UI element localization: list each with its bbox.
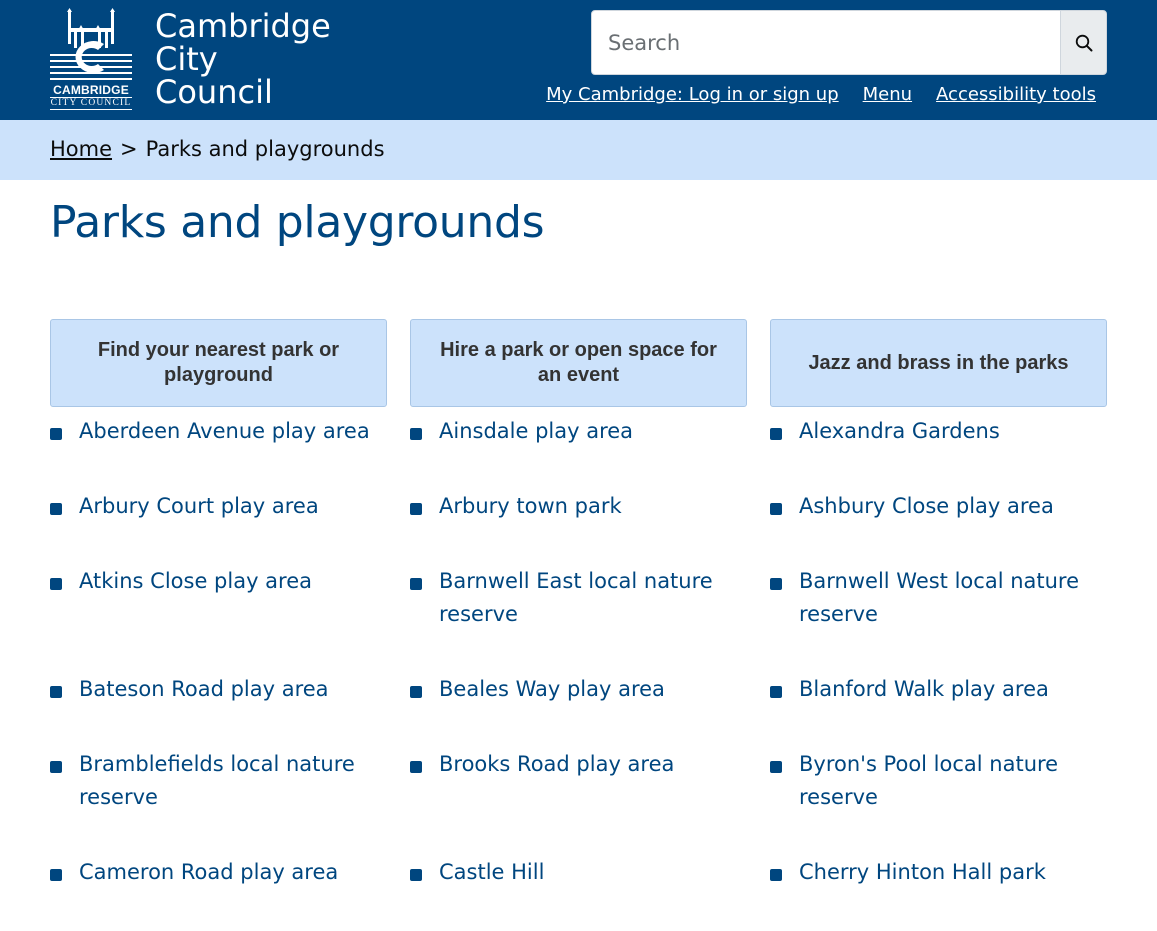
bullet-icon [410, 428, 422, 440]
list-item: Beales Way play area [410, 673, 747, 748]
bullet-icon [770, 686, 782, 698]
search-field [591, 10, 1061, 75]
park-link[interactable]: Bateson Road play area [79, 673, 329, 706]
bullet-icon [770, 869, 782, 881]
list-item: Bramblefields local nature reserve [50, 748, 387, 856]
list-item: Cameron Road play area [50, 856, 387, 931]
logo-line-1: CAMBRIDGE [53, 83, 129, 97]
bullet-icon [770, 761, 782, 773]
list-item: Blanford Walk play area [770, 673, 1107, 748]
bullet-icon [770, 428, 782, 440]
bullet-icon [410, 761, 422, 773]
site-header: CAMBRIDGE CITY COUNCIL Cambridge City Co… [0, 0, 1157, 120]
find-nearest-park-card[interactable]: Find your nearest park or playground [50, 319, 387, 407]
park-link[interactable]: Aberdeen Avenue play area [79, 415, 370, 448]
park-link[interactable]: Bramblefields local nature reserve [79, 748, 387, 814]
site-name[interactable]: Cambridge City Council [155, 10, 331, 109]
bullet-icon [770, 503, 782, 515]
list-item: Aberdeen Avenue play area [50, 415, 387, 490]
breadcrumb-bar: Home > Parks and playgrounds [0, 120, 1157, 180]
park-link[interactable]: Arbury town park [439, 490, 622, 523]
park-link[interactable]: Barnwell East local nature reserve [439, 565, 747, 631]
list-item: Castle Hill [410, 856, 747, 931]
jazz-brass-card[interactable]: Jazz and brass in the parks [770, 319, 1107, 407]
bullet-icon [410, 686, 422, 698]
bullet-icon [50, 428, 62, 440]
list-item: Barnwell West local nature reserve [770, 565, 1107, 673]
breadcrumb: Home > Parks and playgrounds [50, 137, 385, 161]
bullet-icon [770, 578, 782, 590]
crest-icon [50, 8, 132, 80]
my-cambridge-link[interactable]: My Cambridge: Log in or sign up [546, 84, 838, 105]
site-name-line-2: City [155, 40, 218, 78]
park-link[interactable]: Cherry Hinton Hall park [799, 856, 1046, 889]
list-item: Cherry Hinton Hall park [770, 856, 1107, 931]
park-link[interactable]: Barnwell West local nature reserve [799, 565, 1107, 631]
hire-park-card[interactable]: Hire a park or open space for an event [410, 319, 747, 407]
list-item: Brooks Road play area [410, 748, 747, 856]
park-link[interactable]: Blanford Walk play area [799, 673, 1049, 706]
bullet-icon [410, 503, 422, 515]
list-item: Arbury town park [410, 490, 747, 565]
list-item: Atkins Close play area [50, 565, 387, 673]
breadcrumb-separator: > [120, 137, 138, 161]
breadcrumb-current: Parks and playgrounds [145, 137, 385, 161]
council-logo[interactable]: CAMBRIDGE CITY COUNCIL [50, 8, 132, 110]
bullet-icon [50, 869, 62, 881]
park-link[interactable]: Alexandra Gardens [799, 415, 1000, 448]
feature-cards: Find your nearest park or playground Hir… [50, 319, 1107, 407]
park-link[interactable]: Castle Hill [439, 856, 544, 889]
site-name-line-3: Council [155, 73, 273, 111]
park-link[interactable]: Arbury Court play area [79, 490, 319, 523]
site-name-line-1: Cambridge [155, 7, 331, 45]
menu-link[interactable]: Menu [863, 84, 912, 105]
page-title: Parks and playgrounds [50, 197, 545, 248]
accessibility-tools-link[interactable]: Accessibility tools [936, 84, 1096, 105]
search-button[interactable] [1060, 10, 1107, 75]
bullet-icon [50, 761, 62, 773]
park-link[interactable]: Ashbury Close play area [799, 490, 1054, 523]
search-input[interactable] [608, 30, 1060, 55]
bullet-icon [410, 869, 422, 881]
bullet-icon [410, 578, 422, 590]
list-item: Alexandra Gardens [770, 415, 1107, 490]
park-link[interactable]: Cameron Road play area [79, 856, 338, 889]
park-link[interactable]: Atkins Close play area [79, 565, 312, 598]
logo-wordmark: CAMBRIDGE CITY COUNCIL [50, 84, 132, 110]
park-link[interactable]: Byron's Pool local nature reserve [799, 748, 1107, 814]
list-item: Ainsdale play area [410, 415, 747, 490]
list-item: Barnwell East local nature reserve [410, 565, 747, 673]
list-item: Bateson Road play area [50, 673, 387, 748]
park-link[interactable]: Brooks Road play area [439, 748, 674, 781]
header-links: My Cambridge: Log in or sign up Menu Acc… [546, 84, 1096, 105]
park-link[interactable]: Beales Way play area [439, 673, 665, 706]
logo-line-2: CITY COUNCIL [50, 97, 132, 110]
list-item: Ashbury Close play area [770, 490, 1107, 565]
bullet-icon [50, 686, 62, 698]
bullet-icon [50, 503, 62, 515]
search-icon [1075, 34, 1092, 51]
list-item: Arbury Court play area [50, 490, 387, 565]
list-item: Byron's Pool local nature reserve [770, 748, 1107, 856]
park-link[interactable]: Ainsdale play area [439, 415, 633, 448]
breadcrumb-home-link[interactable]: Home [50, 137, 112, 161]
bullet-icon [50, 578, 62, 590]
parks-list: Aberdeen Avenue play area Ainsdale play … [50, 415, 1107, 931]
